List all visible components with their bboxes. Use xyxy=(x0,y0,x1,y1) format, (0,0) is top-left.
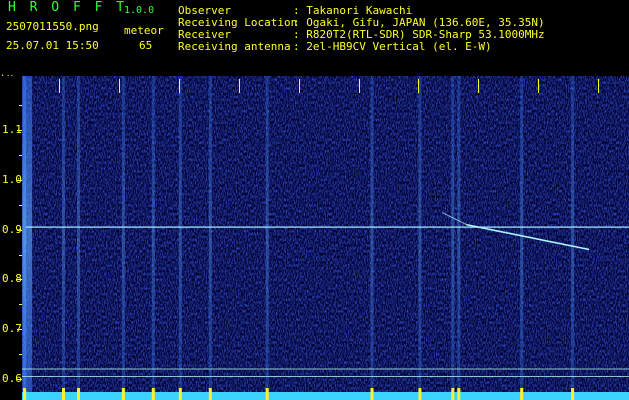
interference-column xyxy=(370,76,374,400)
noise-texture xyxy=(22,76,629,400)
power-strip xyxy=(22,392,629,400)
freq-tick-label: 0.9 xyxy=(2,223,22,236)
power-peak xyxy=(571,388,575,400)
interference-column xyxy=(62,76,65,400)
power-peak xyxy=(451,388,455,400)
power-peak xyxy=(178,388,182,400)
interference-column xyxy=(178,76,182,400)
interference-column xyxy=(451,76,455,400)
record-datetime: 25.07.01 15:50 xyxy=(6,39,99,52)
power-peak xyxy=(520,388,524,400)
power-peak xyxy=(62,388,65,400)
file-name: 2507011550.png xyxy=(6,20,99,33)
interference-column xyxy=(457,76,461,400)
event-label: meteor xyxy=(124,24,164,37)
power-peak xyxy=(151,388,155,400)
interference-column xyxy=(208,76,212,400)
freq-tick-label: 1.0 xyxy=(2,173,22,186)
power-peak xyxy=(121,388,125,400)
spectrogram-canvas xyxy=(22,76,629,400)
event-count: 65 xyxy=(139,39,153,52)
interference-column xyxy=(23,76,33,400)
spectrogram-plot xyxy=(22,76,629,400)
interference-column xyxy=(151,76,155,400)
power-peak xyxy=(208,388,212,400)
frequency-axis: 1.1 1.0 0.9 0.8 0.7 0.6 xyxy=(0,76,22,400)
antenna-label: Receiving antenna xyxy=(178,40,291,53)
power-peak xyxy=(23,388,27,400)
info-header: H R O F F T 1.0.0 2507011550.png meteor … xyxy=(0,0,629,92)
hrofft-window: H R O F F T 1.0.0 2507011550.png meteor … xyxy=(0,0,629,400)
app-version: 1.0.0 xyxy=(124,5,155,16)
freq-tick-label: 1.1 xyxy=(2,123,22,136)
freq-tick-label: 0.6 xyxy=(2,372,22,385)
power-peak xyxy=(77,388,80,400)
interference-column xyxy=(520,76,524,400)
freq-tick-label: 0.8 xyxy=(2,272,22,285)
interference-column xyxy=(418,76,422,400)
interference-column xyxy=(571,76,575,400)
interference-column xyxy=(121,76,125,400)
power-peak xyxy=(265,388,269,400)
interference-column xyxy=(77,76,80,400)
power-peak xyxy=(457,388,461,400)
interference-column xyxy=(265,76,269,400)
power-peak xyxy=(418,388,422,400)
antenna-value: : 2el-HB9CV Vertical (el. E-W) xyxy=(293,40,492,53)
power-peak xyxy=(370,388,374,400)
freq-tick-label: 0.7 xyxy=(2,322,22,335)
app-name: H R O F F T xyxy=(8,0,128,15)
